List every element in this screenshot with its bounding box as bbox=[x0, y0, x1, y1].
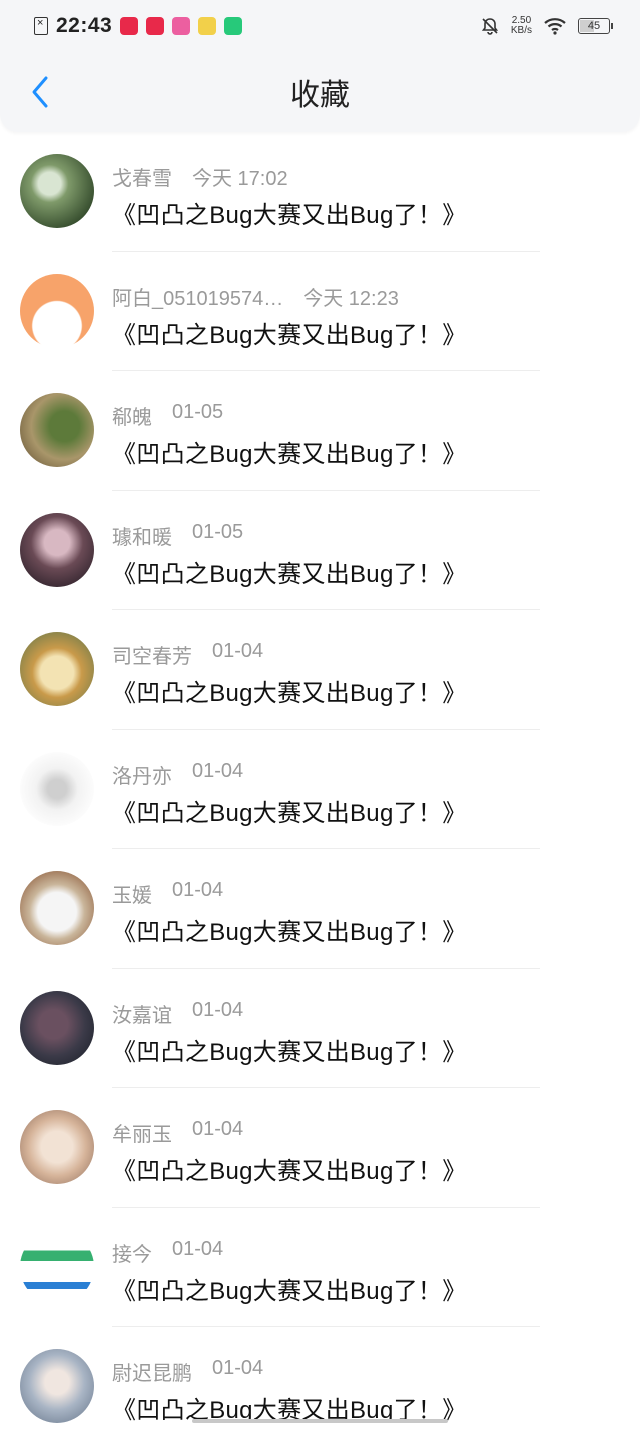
item-meta: 阿白_051019574… 今天 12:23 bbox=[112, 282, 399, 311]
user-name[interactable]: 洛丹亦 bbox=[112, 760, 172, 789]
timestamp: 01-04 bbox=[212, 640, 264, 662]
item-title[interactable]: 《凹凸之Bug大赛又出Bug了！》 bbox=[112, 1151, 467, 1186]
item-meta: 郗魄 01-05 bbox=[112, 401, 223, 430]
item-title[interactable]: 《凹凸之Bug大赛又出Bug了！》 bbox=[112, 315, 467, 350]
app-icon-3 bbox=[172, 17, 191, 35]
timestamp: 01-04 bbox=[192, 759, 244, 782]
timestamp: 01-04 bbox=[172, 1237, 224, 1260]
bell-off-icon bbox=[481, 18, 498, 35]
status-time: 22:43 bbox=[56, 14, 113, 37]
avatar[interactable] bbox=[20, 990, 94, 1065]
app-icon-5 bbox=[224, 17, 243, 35]
app-icon-4 bbox=[198, 17, 217, 35]
avatar[interactable] bbox=[20, 751, 94, 826]
user-name[interactable]: 汝嘉谊 bbox=[112, 999, 172, 1028]
avatar[interactable] bbox=[20, 1349, 94, 1423]
item-meta: 牟丽玉 01-04 bbox=[112, 1118, 243, 1147]
page-title: 收藏 bbox=[290, 79, 350, 112]
list-item[interactable]: 接今 01-04 《凹凸之Bug大赛又出Bug了！》 bbox=[0, 1208, 640, 1327]
timestamp: 01-04 bbox=[192, 1118, 244, 1140]
home-indicator[interactable] bbox=[192, 1419, 448, 1423]
avatar[interactable] bbox=[20, 512, 94, 587]
battery-indicator: 45 bbox=[578, 18, 613, 34]
item-title[interactable]: 《凹凸之Bug大赛又出Bug了！》 bbox=[112, 1032, 467, 1067]
app-icon-2 bbox=[146, 17, 165, 35]
item-title[interactable]: 《凹凸之Bug大赛又出Bug了！》 bbox=[112, 195, 467, 230]
list-item[interactable]: 洛丹亦 01-04 《凹凸之Bug大赛又出Bug了！》 bbox=[0, 730, 640, 849]
item-meta: 汝嘉谊 01-04 bbox=[112, 999, 243, 1028]
item-meta: 尉迟昆鹏 01-04 bbox=[112, 1357, 263, 1386]
app-icon-1 bbox=[120, 17, 139, 35]
list-item[interactable]: 牟丽玉 01-04 《凹凸之Bug大赛又出Bug了！》 bbox=[0, 1088, 640, 1208]
user-name[interactable]: 尉迟昆鹏 bbox=[112, 1357, 192, 1386]
item-meta: 接今 01-04 bbox=[112, 1238, 223, 1267]
item-title[interactable]: 《凹凸之Bug大赛又出Bug了！》 bbox=[112, 793, 467, 828]
no-sim-icon bbox=[34, 17, 48, 35]
avatar[interactable] bbox=[20, 154, 94, 228]
list-item[interactable]: 玉媛 01-04 《凹凸之Bug大赛又出Bug了！》 bbox=[0, 849, 640, 969]
list-item[interactable]: 璩和暖 01-05 《凹凸之Bug大赛又出Bug了！》 bbox=[0, 491, 640, 610]
list-item[interactable]: 尉迟昆鹏 01-04 《凹凸之Bug大赛又出Bug了！》 bbox=[0, 1327, 640, 1447]
item-title[interactable]: 《凹凸之Bug大赛又出Bug了！》 bbox=[112, 673, 467, 708]
net-speed: 2.50 KB/s bbox=[511, 16, 532, 36]
avatar[interactable] bbox=[20, 1229, 94, 1304]
user-name[interactable]: 玉媛 bbox=[112, 879, 152, 908]
status-left: 22:43 bbox=[34, 14, 243, 38]
user-name[interactable]: 璩和暖 bbox=[112, 521, 172, 550]
status-bar: 22:43 2.50 KB/s 45 bbox=[0, 0, 640, 52]
avatar[interactable] bbox=[20, 393, 94, 467]
list-item[interactable]: 阿白_051019574… 今天 12:23 《凹凸之Bug大赛又出Bug了！》 bbox=[0, 252, 640, 371]
user-name[interactable]: 郗魄 bbox=[112, 401, 152, 430]
timestamp: 01-04 bbox=[172, 879, 224, 901]
wifi-icon bbox=[544, 18, 566, 35]
item-title[interactable]: 《凹凸之Bug大赛又出Bug了！》 bbox=[112, 912, 467, 947]
item-meta: 洛丹亦 01-04 bbox=[112, 760, 243, 789]
back-button[interactable] bbox=[20, 72, 60, 112]
net-speed-unit: KB/s bbox=[510, 25, 532, 36]
timestamp: 01-05 bbox=[172, 401, 224, 423]
item-title[interactable]: 《凹凸之Bug大赛又出Bug了！》 bbox=[112, 1271, 467, 1306]
avatar[interactable] bbox=[20, 1110, 94, 1184]
chevron-left-icon bbox=[32, 76, 48, 108]
user-name[interactable]: 牟丽玉 bbox=[112, 1118, 172, 1147]
list-item[interactable]: 郗魄 01-05 《凹凸之Bug大赛又出Bug了！》 bbox=[0, 371, 640, 491]
nav-header: 收藏 bbox=[0, 52, 640, 132]
timestamp: 01-05 bbox=[192, 520, 244, 543]
user-name[interactable]: 接今 bbox=[112, 1238, 152, 1267]
item-meta: 玉媛 01-04 bbox=[112, 879, 223, 908]
status-right: 2.50 KB/s 45 bbox=[481, 16, 613, 36]
timestamp: 今天 17:02 bbox=[192, 168, 288, 190]
item-meta: 戈春雪 今天 17:02 bbox=[112, 162, 288, 191]
avatar[interactable] bbox=[20, 632, 94, 706]
item-meta: 司空春芳 01-04 bbox=[112, 640, 263, 669]
user-name[interactable]: 司空春芳 bbox=[112, 640, 192, 669]
avatar[interactable] bbox=[20, 273, 94, 348]
user-name[interactable]: 戈春雪 bbox=[112, 162, 172, 191]
item-title[interactable]: 《凹凸之Bug大赛又出Bug了！》 bbox=[112, 434, 467, 469]
avatar[interactable] bbox=[20, 871, 94, 945]
list-item[interactable]: 汝嘉谊 01-04 《凹凸之Bug大赛又出Bug了！》 bbox=[0, 969, 640, 1088]
favorites-list: 戈春雪 今天 17:02 《凹凸之Bug大赛又出Bug了！》 阿白_051019… bbox=[0, 132, 640, 1447]
timestamp: 01-04 bbox=[212, 1357, 264, 1379]
item-title[interactable]: 《凹凸之Bug大赛又出Bug了！》 bbox=[112, 554, 467, 589]
timestamp: 01-04 bbox=[192, 998, 244, 1021]
item-meta: 璩和暖 01-05 bbox=[112, 521, 243, 550]
battery-level: 45 bbox=[587, 20, 601, 32]
list-item[interactable]: 戈春雪 今天 17:02 《凹凸之Bug大赛又出Bug了！》 bbox=[0, 132, 640, 252]
user-name[interactable]: 阿白_051019574… bbox=[112, 282, 283, 311]
list-item[interactable]: 司空春芳 01-04 《凹凸之Bug大赛又出Bug了！》 bbox=[0, 610, 640, 730]
timestamp: 今天 12:23 bbox=[303, 287, 399, 310]
